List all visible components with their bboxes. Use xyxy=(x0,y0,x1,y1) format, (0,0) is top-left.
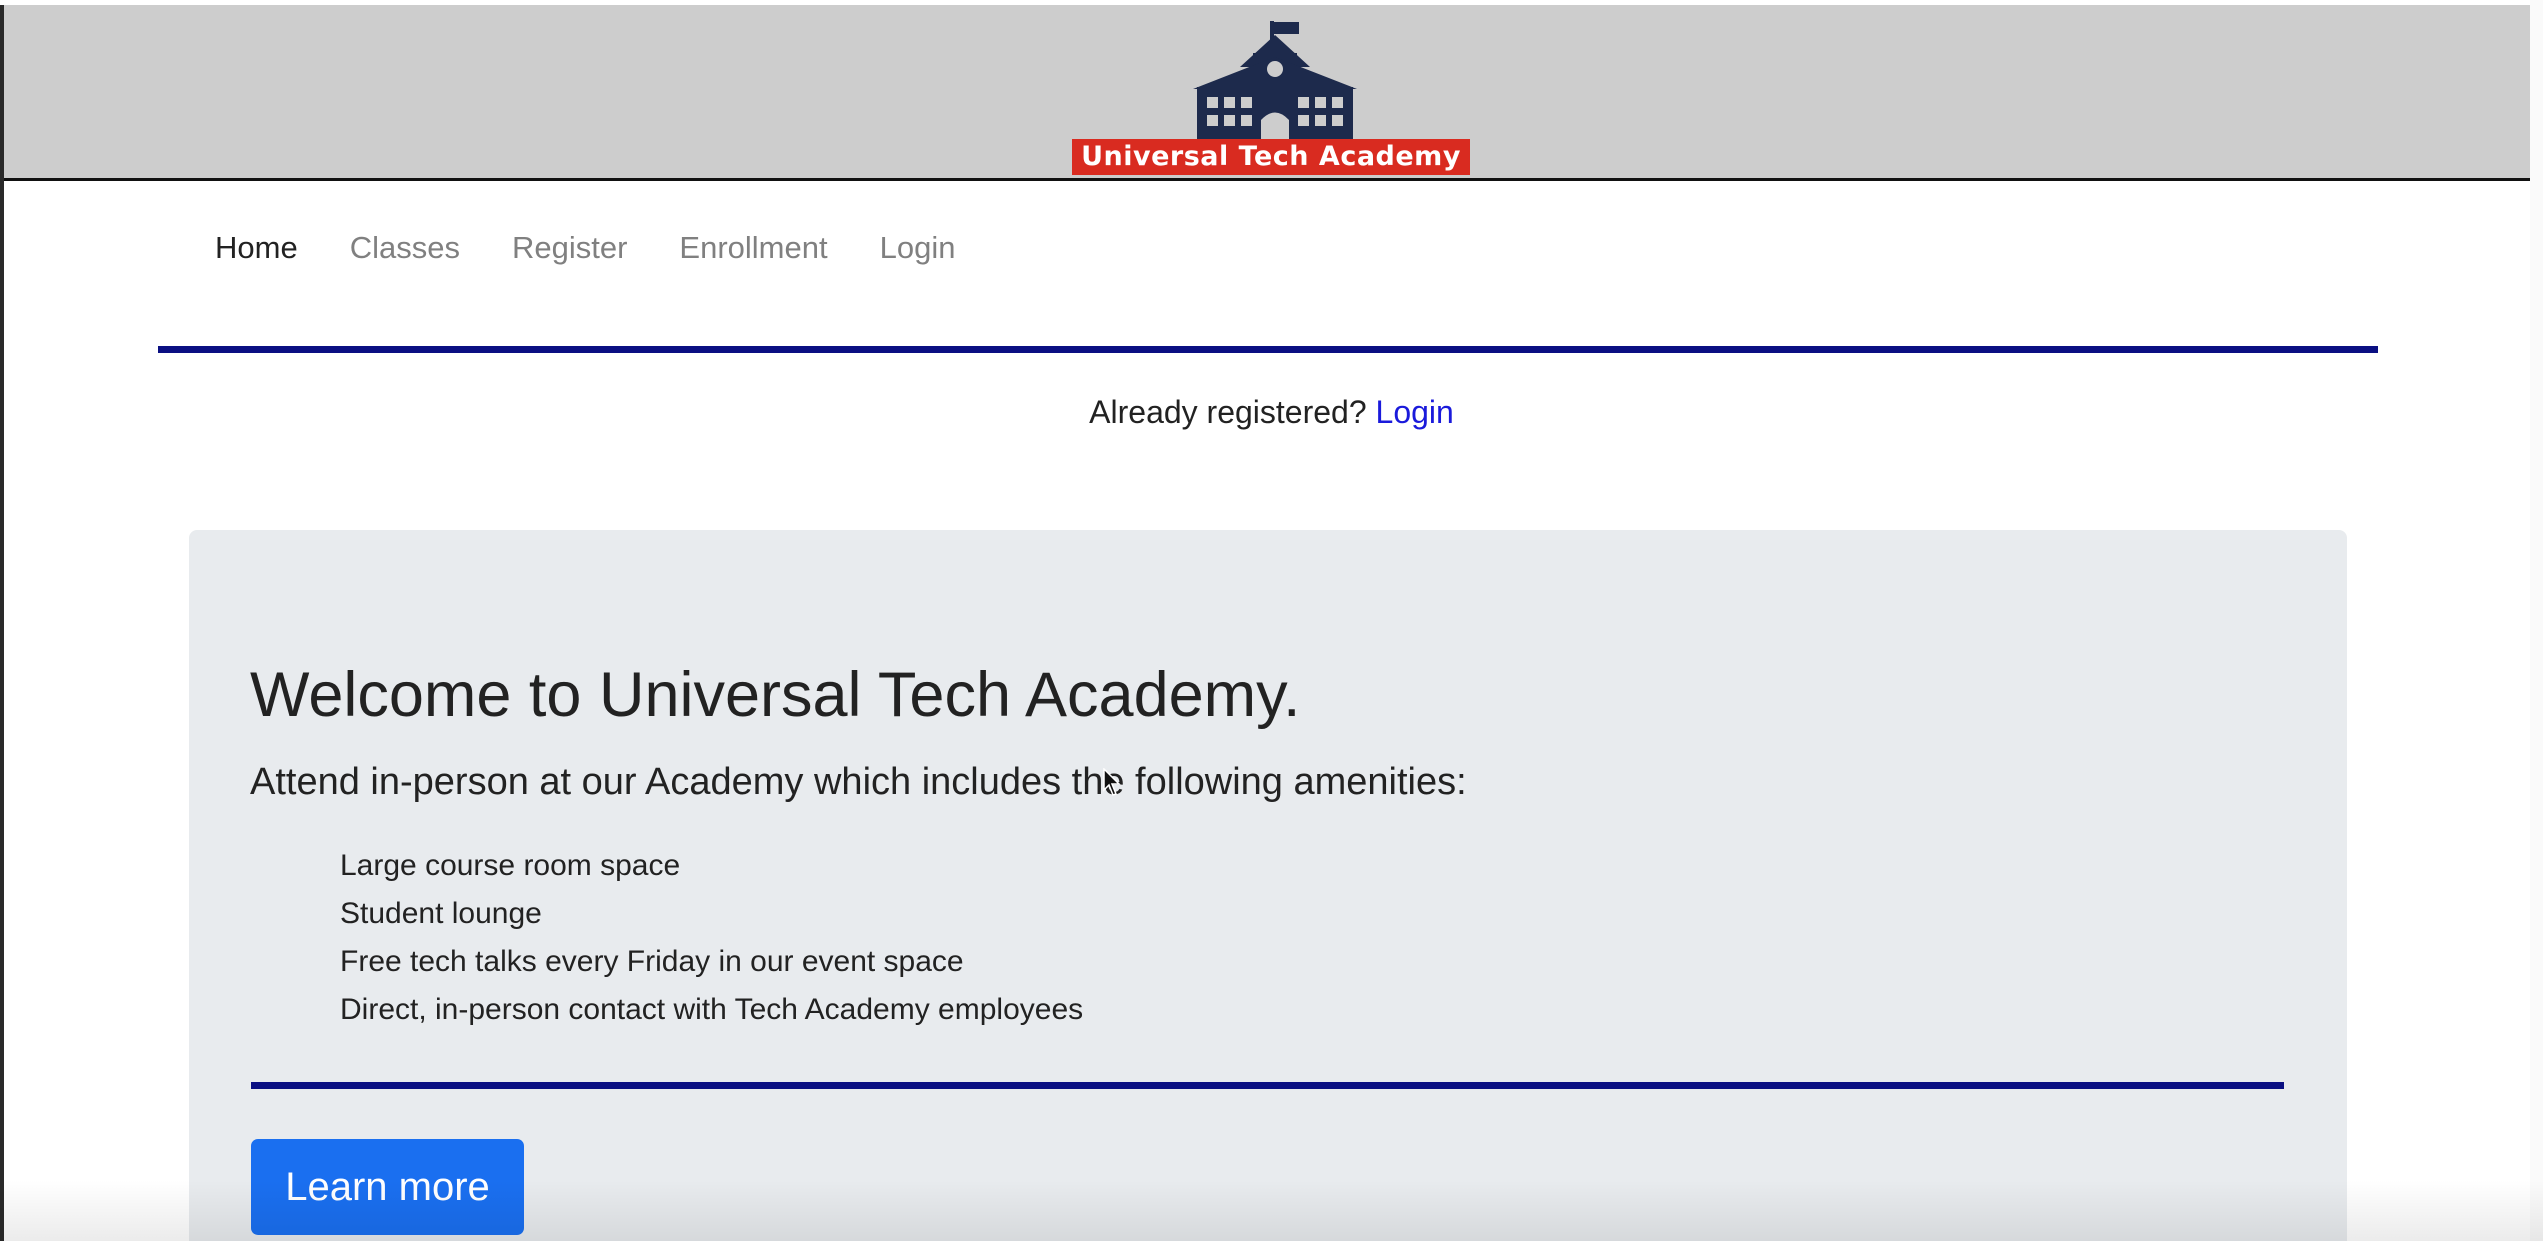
nav-home[interactable]: Home xyxy=(215,226,298,270)
site-logo[interactable]: Universal Tech Academy xyxy=(1067,17,1474,175)
school-building-icon xyxy=(1193,21,1357,139)
site-header: Universal Tech Academy xyxy=(4,5,2530,181)
nav-register[interactable]: Register xyxy=(512,226,627,270)
nav-divider xyxy=(158,346,2378,353)
mouse-cursor-icon xyxy=(1103,768,1121,796)
list-item: Student lounge xyxy=(340,897,542,930)
nav-login[interactable]: Login xyxy=(880,226,956,270)
learn-more-button[interactable]: Learn more xyxy=(251,1139,524,1235)
nav-classes[interactable]: Classes xyxy=(350,226,460,270)
login-prompt-text: Already registered? xyxy=(1089,394,1367,430)
list-item: Direct, in-person contact with Tech Acad… xyxy=(340,993,1084,1026)
panel-divider xyxy=(251,1082,2284,1089)
scrollbar[interactable] xyxy=(2530,0,2543,1241)
main-nav: Home Classes Register Enrollment Login xyxy=(215,226,955,270)
nav-enrollment[interactable]: Enrollment xyxy=(679,226,827,270)
welcome-lead: Attend in-person at our Academy which in… xyxy=(250,761,1467,803)
list-item: Large course room space xyxy=(340,849,681,882)
page: Universal Tech Academy Home Classes Regi… xyxy=(0,0,2543,1241)
welcome-title: Welcome to Universal Tech Academy. xyxy=(250,660,1301,730)
window-edge xyxy=(0,0,4,1241)
login-link[interactable]: Login xyxy=(1376,394,1454,430)
list-item: Free tech talks every Friday in our even… xyxy=(340,945,964,978)
amenities-list: Large course room space Student lounge F… xyxy=(340,842,1083,1034)
login-prompt: Already registered? Login xyxy=(0,390,2543,434)
logo-text: Universal Tech Academy xyxy=(1072,139,1470,175)
